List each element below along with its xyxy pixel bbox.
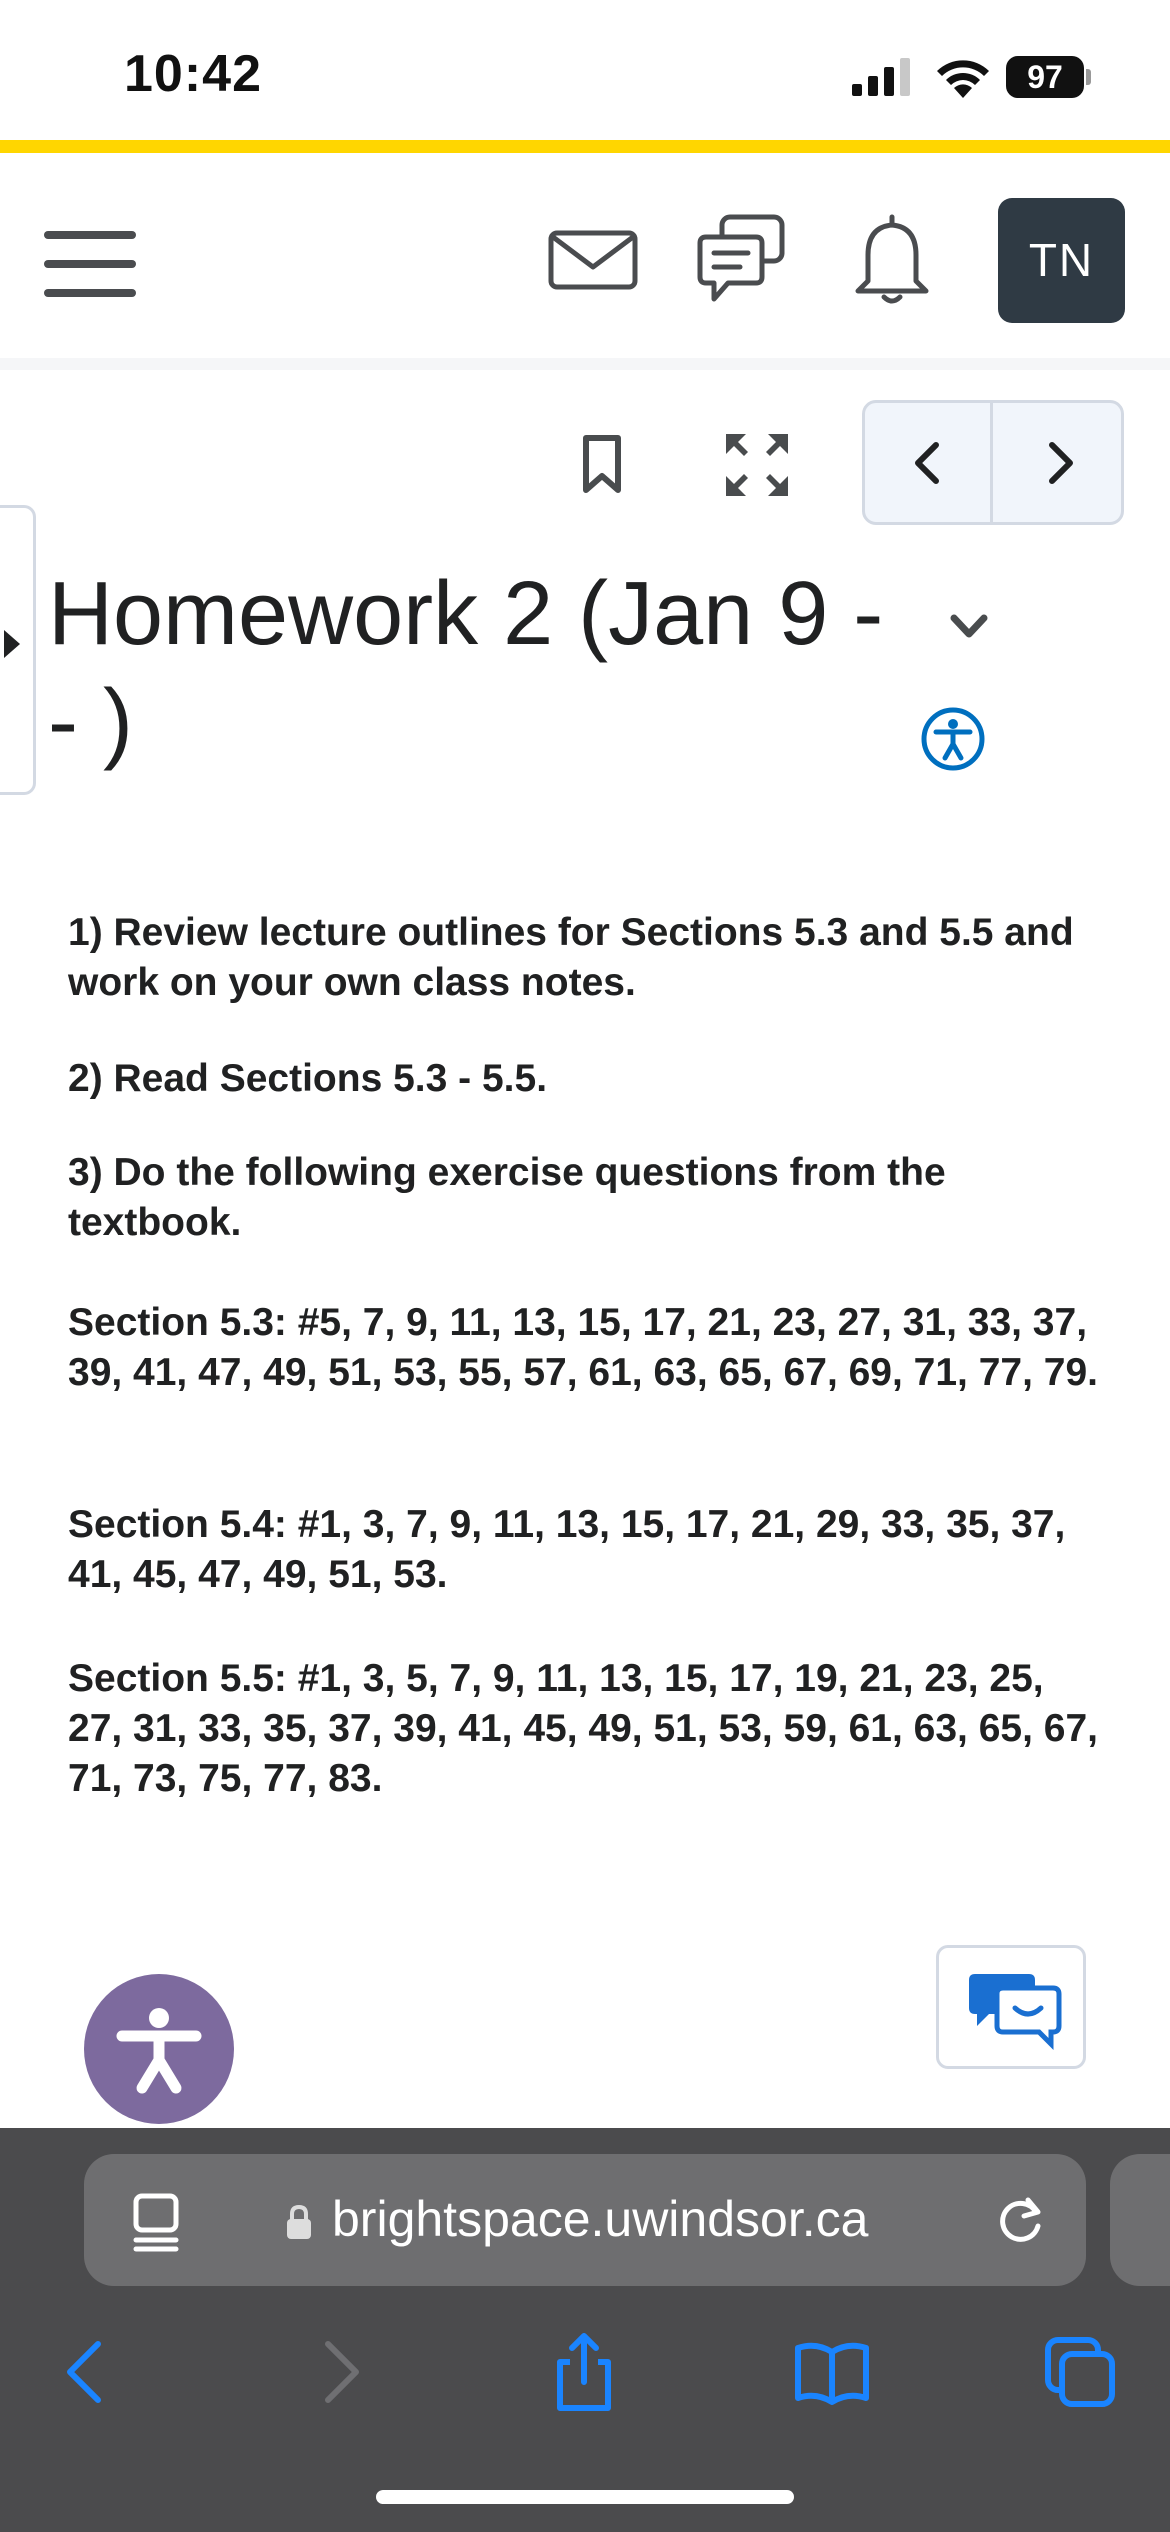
- page-title-line1: Homework 2 (Jan 9 -: [48, 564, 884, 664]
- lock-icon: [287, 2204, 311, 2239]
- back-icon[interactable]: [48, 2332, 128, 2412]
- user-avatar[interactable]: TN: [998, 198, 1125, 323]
- battery-tip: [1086, 69, 1091, 85]
- signal-icon: [852, 58, 910, 96]
- next-topic-button[interactable]: [996, 403, 1121, 522]
- tab-overview-icon[interactable]: [130, 2192, 182, 2252]
- chevron-down-icon[interactable]: [944, 602, 994, 652]
- forward-icon[interactable]: [298, 2332, 378, 2412]
- top-navbar: TN: [0, 153, 1170, 370]
- fullscreen-icon[interactable]: [724, 432, 790, 498]
- next-tab-preview[interactable]: [1110, 2154, 1170, 2286]
- url-text: brightspace.uwindsor.ca: [332, 2191, 869, 2247]
- section-5-3-exercises: Section 5.3: #5, 7, 9, 11, 13, 15, 17, 2…: [68, 1301, 1098, 1394]
- reload-icon[interactable]: [992, 2192, 1048, 2248]
- content-item-2: 2) Read Sections 5.3 - 5.5.: [68, 1057, 548, 1100]
- tabs-icon[interactable]: [1040, 2332, 1120, 2412]
- address-bar[interactable]: brightspace.uwindsor.ca: [84, 2154, 1086, 2286]
- topic-pager: [862, 400, 1124, 525]
- page-title: Homework 2 (Jan 9 - - ): [48, 560, 908, 776]
- share-icon[interactable]: [544, 2332, 624, 2412]
- status-time: 10:42: [124, 45, 262, 103]
- accessibility-icon[interactable]: [920, 706, 986, 772]
- menu-icon[interactable]: [44, 231, 136, 297]
- accessibility-person-icon: [116, 2008, 202, 2094]
- battery-level: 97: [1006, 56, 1084, 98]
- browser-toolbar: brightspace.uwindsor.ca: [0, 2128, 1170, 2532]
- bell-icon[interactable]: [842, 209, 942, 309]
- bookmarks-icon[interactable]: [792, 2332, 872, 2412]
- page-title-line2: - ): [48, 672, 133, 772]
- content-item-3: 3) Do the following exercise questions f…: [68, 1151, 946, 1244]
- chevron-right-icon: [1049, 441, 1073, 484]
- battery-icon: 97: [1006, 56, 1092, 98]
- chat-icon[interactable]: [692, 209, 792, 309]
- bookmark-icon[interactable]: [580, 434, 624, 494]
- accessibility-widget-button[interactable]: [84, 1974, 234, 2124]
- content-item-1: 1) Review lecture outlines for Sections …: [68, 911, 1074, 1004]
- chevron-left-icon: [914, 441, 939, 484]
- status-bar: 10:42 97: [0, 0, 1170, 140]
- chat-bubbles-icon: [969, 1974, 1062, 2051]
- section-5-5-exercises: Section 5.5: #1, 3, 5, 7, 9, 11, 13, 15,…: [68, 1657, 1098, 1800]
- mail-icon[interactable]: [543, 209, 643, 309]
- section-5-4-exercises: Section 5.4: #1, 3, 7, 9, 11, 13, 15, 17…: [68, 1503, 1066, 1596]
- expand-arrow-icon: [4, 630, 20, 658]
- chat-support-button[interactable]: [936, 1945, 1086, 2069]
- home-indicator[interactable]: [376, 2490, 794, 2504]
- wifi-icon: [937, 60, 989, 98]
- accent-bar: [0, 140, 1170, 153]
- previous-topic-button[interactable]: [865, 403, 993, 522]
